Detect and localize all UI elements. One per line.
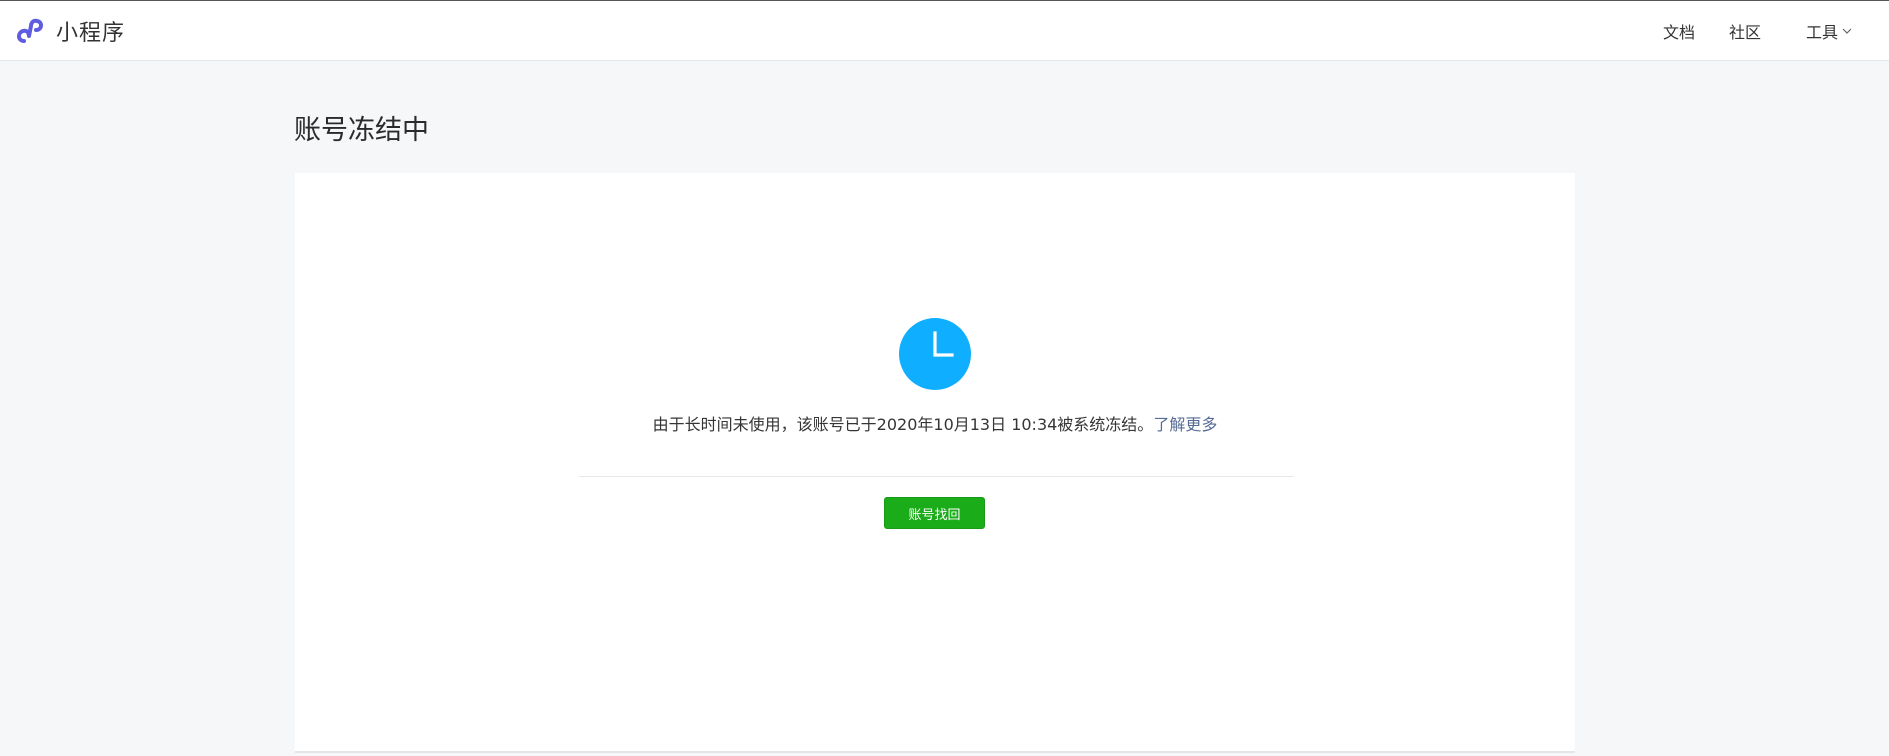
brand[interactable]: 小程序 bbox=[14, 14, 125, 48]
brand-title: 小程序 bbox=[56, 21, 126, 46]
nav-community[interactable]: 社区 bbox=[1729, 1, 1761, 61]
freeze-message-text: 由于长时间未使用，该账号已于2020年10月13日 10:34被系统冻结。 bbox=[652, 415, 1154, 434]
page-title: 账号冻结中 bbox=[294, 115, 429, 146]
nav-docs[interactable]: 文档 bbox=[1663, 1, 1695, 61]
clock-icon bbox=[899, 318, 971, 390]
chevron-down-icon bbox=[1842, 28, 1852, 34]
clock-hands bbox=[933, 331, 954, 357]
freeze-message: 由于长时间未使用，该账号已于2020年10月13日 10:34被系统冻结。了解更… bbox=[295, 411, 1575, 435]
top-navigation-bar: 小程序 文档 社区 工具 bbox=[0, 0, 1889, 61]
miniprogram-logo-icon bbox=[17, 18, 43, 43]
learn-more-link[interactable]: 了解更多 bbox=[1153, 415, 1217, 434]
status-card: 由于长时间未使用，该账号已于2020年10月13日 10:34被系统冻结。了解更… bbox=[295, 173, 1575, 753]
nav-tools-dropdown[interactable]: 工具 bbox=[1806, 1, 1852, 61]
account-recovery-button[interactable]: 账号找回 bbox=[884, 497, 985, 529]
nav-tools-label: 工具 bbox=[1806, 23, 1839, 42]
divider bbox=[579, 476, 1294, 477]
